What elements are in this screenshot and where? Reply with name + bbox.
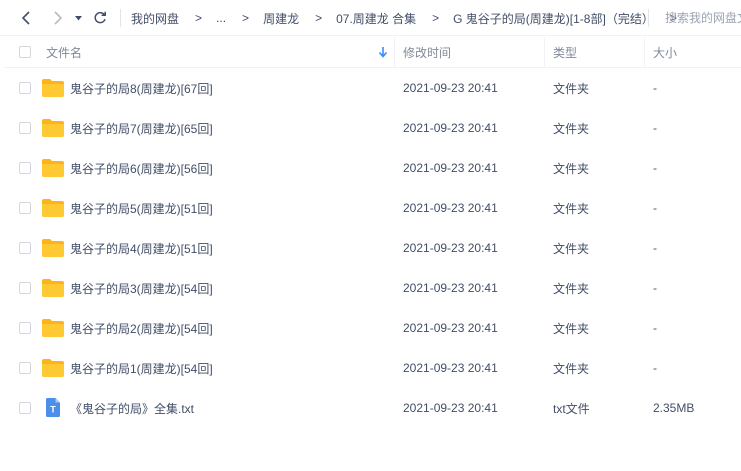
breadcrumb-item-author[interactable]: 周建龙 <box>263 10 299 27</box>
refresh-button[interactable] <box>90 8 110 28</box>
search-input[interactable] <box>656 6 741 30</box>
table-row[interactable]: 鬼谷子的局2(周建龙)[54回] 2021-09-23 20:41 文件夹 - <box>4 308 741 348</box>
file-type: 文件夹 <box>553 161 590 176</box>
table-row[interactable]: 鬼谷子的局8(周建龙)[67回] 2021-09-23 20:41 文件夹 - <box>4 68 741 108</box>
column-divider[interactable] <box>644 37 645 67</box>
row-checkbox[interactable] <box>19 322 31 334</box>
search-divider <box>648 9 649 27</box>
folder-icon <box>42 239 64 257</box>
file-type: 文件夹 <box>553 81 590 96</box>
folder-icon <box>42 119 64 137</box>
column-header-type[interactable]: 类型 <box>553 37 577 67</box>
file-name[interactable]: 鬼谷子的局3(周建龙)[54回] <box>70 268 213 308</box>
table-row[interactable]: 鬼谷子的局3(周建龙)[54回] 2021-09-23 20:41 文件夹 - <box>4 268 741 308</box>
history-dropdown-button[interactable] <box>71 8 85 28</box>
file-type: 文件夹 <box>553 281 590 296</box>
toolbar: 我的网盘 > ... > 周建龙 > 07.周建龙 合集 > G 鬼谷子的局(周… <box>0 0 741 36</box>
table-row[interactable]: 鬼谷子的局7(周建龙)[65回] 2021-09-23 20:41 文件夹 - <box>4 108 741 148</box>
breadcrumb-item-current-folder[interactable]: G 鬼谷子的局(周建龙)[1-8部]（完结） <box>453 10 654 27</box>
row-checkbox[interactable] <box>19 202 31 214</box>
file-size: - <box>653 201 657 215</box>
breadcrumb-item-collection[interactable]: 07.周建龙 合集 <box>336 10 416 27</box>
file-size: - <box>653 321 657 335</box>
file-type: 文件夹 <box>553 201 590 216</box>
column-divider[interactable] <box>394 37 395 67</box>
file-size: - <box>653 241 657 255</box>
breadcrumb-item-ellipsis[interactable]: ... <box>216 11 226 25</box>
breadcrumb-separator: > <box>195 11 203 25</box>
column-header-size[interactable]: 大小 <box>653 37 677 67</box>
file-name[interactable]: 鬼谷子的局2(周建龙)[54回] <box>70 308 213 348</box>
breadcrumb-separator: > <box>432 11 440 25</box>
folder-icon <box>42 359 64 377</box>
folder-icon <box>42 199 64 217</box>
file-size: - <box>653 161 657 175</box>
file-size: - <box>653 81 657 95</box>
folder-icon <box>42 79 64 97</box>
column-header-modified[interactable]: 修改时间 <box>403 37 451 67</box>
file-name[interactable]: 鬼谷子的局4(周建龙)[51回] <box>70 228 213 268</box>
folder-icon <box>42 279 64 297</box>
modified-time: 2021-09-23 20:41 <box>403 161 498 175</box>
chevron-right-icon <box>54 11 63 25</box>
txt-file-icon-letter: T <box>50 405 56 415</box>
chevron-left-icon <box>21 11 30 25</box>
modified-time: 2021-09-23 20:41 <box>403 361 498 375</box>
column-divider[interactable] <box>544 37 545 67</box>
file-size: - <box>653 361 657 375</box>
folder-icon <box>42 319 64 337</box>
file-size: - <box>653 281 657 295</box>
file-type: 文件夹 <box>553 241 590 256</box>
file-type: 文件夹 <box>553 321 590 336</box>
row-checkbox[interactable] <box>19 362 31 374</box>
breadcrumb-separator: > <box>315 11 323 25</box>
modified-time: 2021-09-23 20:41 <box>403 81 498 95</box>
file-type: 文件夹 <box>553 361 590 376</box>
modified-time: 2021-09-23 20:41 <box>403 241 498 255</box>
row-checkbox[interactable] <box>19 242 31 254</box>
file-type: 文件夹 <box>553 121 590 136</box>
row-checkbox[interactable] <box>19 122 31 134</box>
breadcrumb-separator: > <box>242 11 250 25</box>
refresh-icon <box>94 11 106 24</box>
forward-button[interactable] <box>48 8 68 28</box>
toolbar-divider <box>120 9 121 27</box>
modified-time: 2021-09-23 20:41 <box>403 401 498 415</box>
file-name[interactable]: 鬼谷子的局8(周建龙)[67回] <box>70 68 213 108</box>
modified-time: 2021-09-23 20:41 <box>403 121 498 135</box>
modified-time: 2021-09-23 20:41 <box>403 201 498 215</box>
modified-time: 2021-09-23 20:41 <box>403 281 498 295</box>
sort-descending-icon[interactable] <box>378 46 388 58</box>
file-size: 2.35MB <box>653 401 695 415</box>
breadcrumb: 我的网盘 > ... > 周建龙 > 07.周建龙 合集 > G 鬼谷子的局(周… <box>131 0 691 36</box>
table-row[interactable]: 鬼谷子的局4(周建龙)[51回] 2021-09-23 20:41 文件夹 - <box>4 228 741 268</box>
breadcrumb-item-my-drive[interactable]: 我的网盘 <box>131 10 179 27</box>
file-name[interactable]: 鬼谷子的局1(周建龙)[54回] <box>70 348 213 388</box>
modified-time: 2021-09-23 20:41 <box>403 321 498 335</box>
row-checkbox[interactable] <box>19 82 31 94</box>
row-checkbox[interactable] <box>19 402 31 414</box>
table-row[interactable]: T 《鬼谷子的局》全集.txt 2021-09-23 20:41 txt文件 2… <box>4 388 741 428</box>
file-name[interactable]: 鬼谷子的局6(周建龙)[56回] <box>70 148 213 188</box>
file-name[interactable]: 鬼谷子的局5(周建龙)[51回] <box>70 188 213 228</box>
table-row[interactable]: 鬼谷子的局6(周建龙)[56回] 2021-09-23 20:41 文件夹 - <box>4 148 741 188</box>
file-name[interactable]: 《鬼谷子的局》全集.txt <box>70 388 194 428</box>
row-checkbox[interactable] <box>19 162 31 174</box>
column-header-name[interactable]: 文件名 <box>46 37 82 67</box>
table-row[interactable]: 鬼谷子的局5(周建龙)[51回] 2021-09-23 20:41 文件夹 - <box>4 188 741 228</box>
row-checkbox[interactable] <box>19 282 31 294</box>
caret-down-icon <box>74 15 82 20</box>
file-name[interactable]: 鬼谷子的局7(周建龙)[65回] <box>70 108 213 148</box>
table-header: 文件名 修改时间 类型 大小 <box>4 37 741 68</box>
table-row[interactable]: 鬼谷子的局1(周建龙)[54回] 2021-09-23 20:41 文件夹 - <box>4 348 741 388</box>
file-size: - <box>653 121 657 135</box>
back-button[interactable] <box>16 8 36 28</box>
folder-icon <box>42 159 64 177</box>
txt-file-icon: T <box>46 398 60 417</box>
file-type: txt文件 <box>553 401 590 416</box>
select-all-checkbox[interactable] <box>19 46 31 58</box>
